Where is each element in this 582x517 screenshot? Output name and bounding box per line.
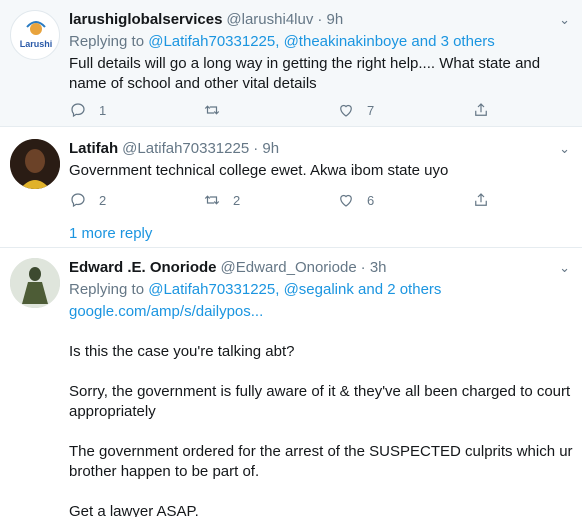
share-button[interactable] (472, 191, 490, 209)
like-button[interactable]: 7 (337, 101, 374, 119)
share-icon (475, 193, 487, 206)
retweet-button[interactable]: 2 (203, 191, 240, 209)
larushi-logo-icon: Larushi (20, 21, 53, 49)
display-name[interactable]: larushiglobalservices (69, 10, 222, 30)
reply-button[interactable]: 1 (69, 101, 106, 119)
user-handle[interactable]: @Edward_Onoriode (221, 258, 357, 278)
tweet-text: Full details will go a long way in getti… (69, 55, 541, 92)
mention-link[interactable]: @segalink (284, 281, 354, 298)
display-name[interactable]: Latifah (69, 139, 118, 159)
tweet-larushi[interactable]: Larushi larushiglobalservices @larushi4l… (0, 0, 582, 127)
tweet-latifah[interactable]: Latifah @Latifah70331225 · 9h ⌄ Governme… (0, 127, 582, 248)
share-button[interactable] (472, 101, 490, 119)
timestamp[interactable]: · 9h (317, 10, 343, 30)
tweet-paragraph: Sorry, the government is fully aware of … (69, 383, 571, 420)
like-count: 7 (367, 102, 375, 118)
svg-text:Larushi: Larushi (20, 39, 53, 49)
mention-link[interactable]: @Latifah70331225 (148, 33, 275, 50)
like-count: 6 (367, 192, 375, 208)
user-handle[interactable]: @Latifah70331225 (122, 139, 249, 159)
replying-to: Replying to @Latifah70331225, @segalink … (69, 281, 442, 298)
like-button[interactable]: 6 (337, 191, 374, 209)
mention-link[interactable]: @theakinakinboye (284, 33, 408, 50)
retweet-count: 2 (233, 192, 241, 208)
like-icon (340, 104, 352, 117)
timestamp[interactable]: · 9h (253, 139, 279, 159)
others-link[interactable]: and 3 others (411, 33, 494, 50)
tweet-text: Government technical college ewet. Akwa … (69, 162, 449, 179)
avatar[interactable]: Larushi (10, 10, 60, 60)
reply-icon (71, 193, 85, 208)
url-link[interactable]: google.com/amp/s/dailypos... (69, 302, 574, 322)
tweet-paragraph: Get a lawyer ASAP. (69, 503, 199, 517)
chevron-down-icon[interactable]: ⌄ (559, 139, 570, 159)
more-replies-link[interactable]: 1 more reply (69, 224, 152, 244)
reply-icon (71, 103, 85, 118)
chevron-down-icon[interactable]: ⌄ (559, 10, 570, 30)
tweet-paragraph: Is this the case you're talking abt? (69, 343, 295, 360)
display-name[interactable]: Edward .E. Onoriode (69, 258, 217, 278)
chevron-down-icon[interactable]: ⌄ (559, 258, 570, 278)
edward-avatar-icon (10, 258, 60, 308)
tweet-paragraph: The government ordered for the arrest of… (69, 443, 573, 480)
timestamp[interactable]: · 3h (361, 258, 387, 278)
replying-to: Replying to @Latifah70331225, @theakinak… (69, 33, 495, 50)
like-icon (340, 194, 352, 207)
tweet-edward[interactable]: Edward .E. Onoriode @Edward_Onoriode · 3… (0, 248, 582, 517)
mention-link[interactable]: @Latifah70331225 (148, 281, 275, 298)
share-icon (475, 103, 487, 116)
reply-count: 1 (99, 102, 107, 118)
others-link[interactable]: and 2 others (358, 281, 441, 298)
latifah-avatar-icon (10, 139, 60, 189)
retweet-button[interactable] (203, 101, 233, 119)
reply-count: 2 (99, 192, 107, 208)
retweet-icon (204, 105, 220, 115)
retweet-icon (204, 195, 220, 205)
avatar[interactable] (10, 139, 60, 189)
avatar[interactable] (10, 258, 60, 308)
reply-button[interactable]: 2 (69, 191, 106, 209)
user-handle[interactable]: @larushi4luv (226, 10, 313, 30)
